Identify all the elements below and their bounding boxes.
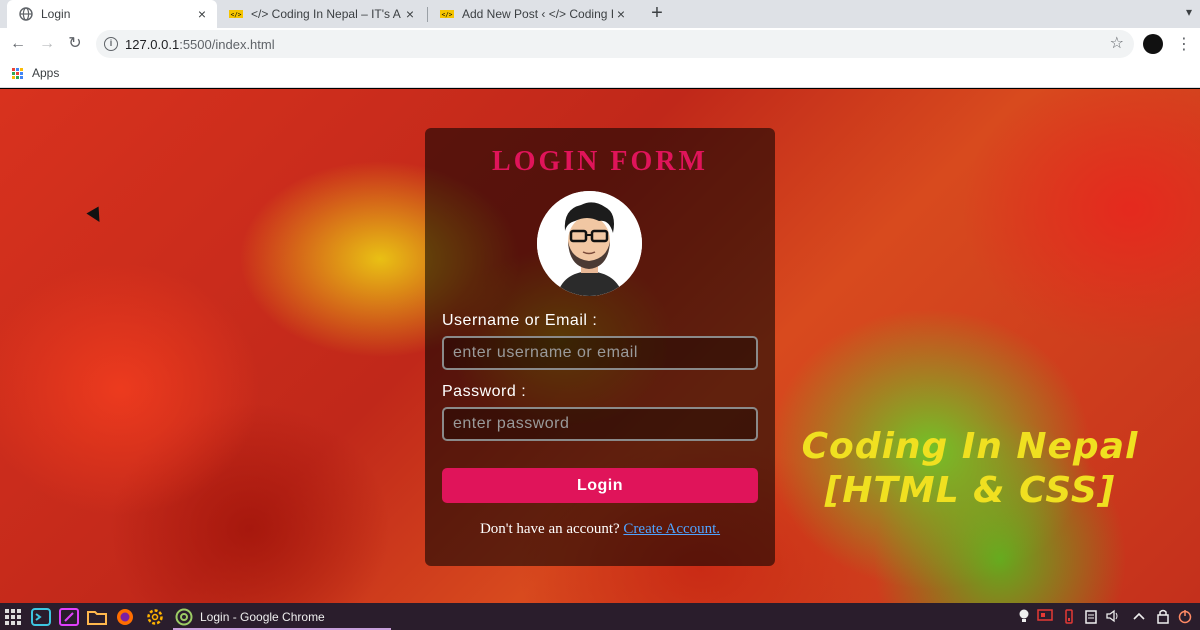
close-icon[interactable]: × bbox=[403, 7, 417, 21]
chevron-up-icon[interactable] bbox=[1131, 608, 1147, 624]
reload-icon[interactable]: ↻ bbox=[65, 34, 85, 54]
volume-icon[interactable] bbox=[1105, 608, 1121, 624]
apps-label: Apps bbox=[32, 66, 60, 80]
password-label: Password : bbox=[442, 383, 527, 400]
browser-toolbar: ← → ↻ i 127.0.0.1:5500/index.html ☆ ⋮ bbox=[0, 28, 1200, 60]
editor-icon[interactable] bbox=[59, 607, 79, 627]
promo-line-2: [HTML & CSS] bbox=[824, 470, 1116, 511]
clipboard-icon[interactable] bbox=[1083, 608, 1099, 624]
bookmarks-bar: Apps bbox=[0, 60, 1200, 88]
tab-title: Add New Post ‹ </> Coding In bbox=[462, 7, 614, 21]
tab-login[interactable]: Login × bbox=[7, 0, 217, 28]
svg-text:</>: </> bbox=[231, 12, 242, 19]
signup-text: Don't have an account? bbox=[479, 521, 620, 537]
info-icon[interactable]: i bbox=[104, 37, 118, 51]
forward-icon[interactable]: → bbox=[37, 34, 57, 54]
login-form: LOGIN FORM Username or Email : Password … bbox=[425, 128, 775, 566]
taskbar-chrome-window[interactable]: Login - Google Chrome bbox=[173, 605, 391, 630]
tab-search-icon[interactable]: ▾ bbox=[1186, 5, 1192, 19]
page-viewport: LOGIN FORM Username or Email : Password … bbox=[0, 89, 1200, 603]
new-tab-button[interactable]: + bbox=[647, 3, 667, 23]
profile-icon[interactable] bbox=[1143, 34, 1163, 54]
tab-title: Login bbox=[41, 7, 71, 21]
tab-strip: Login × </> </> Coding In Nepal – IT's A… bbox=[0, 0, 1200, 28]
create-account-link[interactable]: Create Account. bbox=[623, 521, 720, 537]
lock-icon[interactable] bbox=[1155, 608, 1171, 624]
avatar-image bbox=[537, 191, 642, 296]
site-favicon: </> bbox=[229, 10, 243, 19]
terminal-icon[interactable] bbox=[31, 607, 51, 627]
password-input[interactable] bbox=[442, 407, 758, 441]
tab-title: </> Coding In Nepal – IT's ALL bbox=[251, 7, 401, 21]
username-label: Username or Email : bbox=[442, 312, 598, 329]
login-button[interactable]: Login bbox=[442, 468, 758, 503]
url-text[interactable]: 127.0.0.1:5500/index.html bbox=[125, 37, 275, 52]
lightbulb-icon[interactable] bbox=[1016, 608, 1032, 624]
folder-icon[interactable] bbox=[87, 607, 107, 627]
mouse-cursor-icon bbox=[86, 206, 106, 226]
chrome-icon bbox=[175, 608, 193, 625]
app-launcher-icon[interactable] bbox=[3, 607, 23, 627]
power-icon[interactable] bbox=[1177, 608, 1193, 624]
tab-add-new-post[interactable]: </> Add New Post ‹ </> Coding In × bbox=[428, 0, 636, 28]
apps-grid-icon bbox=[12, 67, 23, 79]
taskbar: Login - Google Chrome bbox=[0, 603, 1200, 630]
globe-icon bbox=[19, 7, 33, 21]
menu-icon[interactable]: ⋮ bbox=[1176, 34, 1192, 54]
settings-icon[interactable] bbox=[145, 607, 165, 627]
firefox-icon[interactable] bbox=[115, 607, 135, 627]
username-input[interactable] bbox=[442, 336, 758, 370]
promo-line-1: Coding In Nepal bbox=[801, 426, 1139, 467]
apps-shortcut[interactable]: Apps bbox=[12, 66, 59, 80]
address-bar[interactable]: i 127.0.0.1:5500/index.html ☆ bbox=[96, 30, 1134, 58]
site-favicon: </> bbox=[440, 10, 454, 19]
form-title: LOGIN FORM bbox=[492, 146, 708, 177]
screen-icon[interactable] bbox=[1037, 608, 1053, 624]
svg-text:</>: </> bbox=[442, 12, 453, 19]
close-icon[interactable]: × bbox=[614, 7, 628, 21]
promo-text: Coding In Nepal [HTML & CSS] bbox=[772, 425, 1168, 513]
taskbar-window-title: Login - Google Chrome bbox=[200, 609, 325, 624]
close-icon[interactable]: × bbox=[195, 7, 209, 21]
back-icon[interactable]: ← bbox=[8, 34, 28, 54]
tab-coding-in-nepal[interactable]: </> </> Coding In Nepal – IT's ALL × bbox=[217, 0, 425, 28]
battery-icon[interactable] bbox=[1061, 608, 1077, 624]
star-icon[interactable]: ☆ bbox=[1110, 33, 1124, 53]
signup-prompt: Don't have an account? Create Account. bbox=[425, 521, 775, 538]
